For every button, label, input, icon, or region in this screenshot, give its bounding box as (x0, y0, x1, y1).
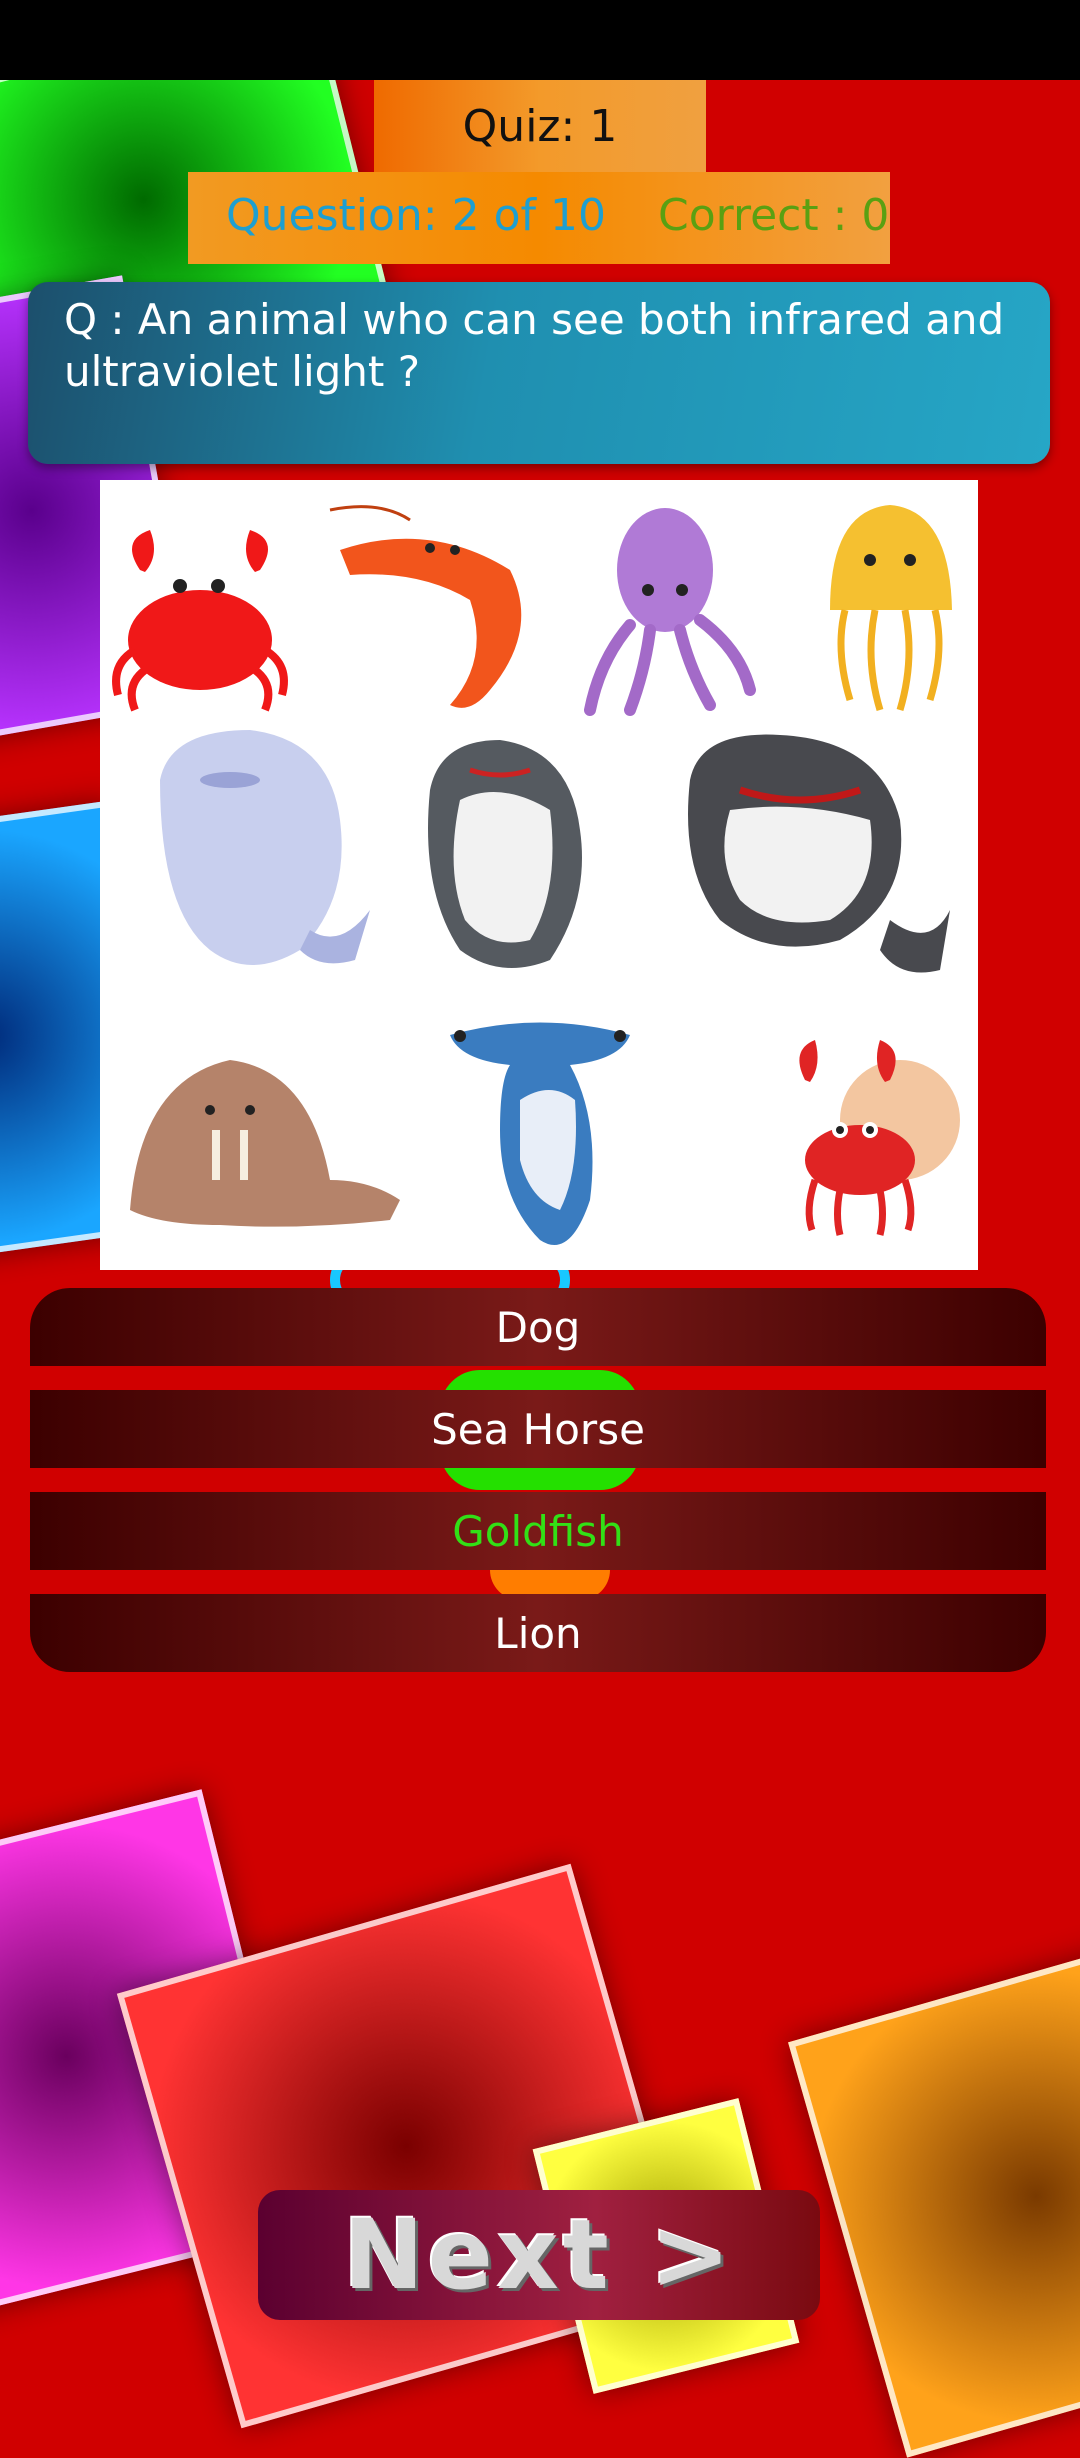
hermit-crab-icon (799, 1040, 960, 1236)
answer-option-goldfish[interactable]: Goldfish (30, 1492, 1046, 1570)
sea-animals-image (112, 505, 960, 1245)
beluga-icon (160, 730, 370, 965)
answer-option-dog[interactable]: Dog (30, 1288, 1046, 1366)
next-button[interactable]: Next > (258, 2190, 820, 2320)
octopus-icon (584, 508, 756, 716)
background-tile-orange (788, 1934, 1080, 2458)
shark-icon (428, 740, 582, 968)
jellyfish-icon (830, 505, 952, 712)
walrus-icon (130, 1060, 400, 1227)
shrimp-icon (329, 505, 522, 708)
answer-label: Goldfish (452, 1506, 624, 1556)
question-panel: Q : An animal who can see both infrared … (28, 282, 1050, 464)
hammerhead-shark-icon (450, 1022, 630, 1245)
next-button-label: Next > (343, 2199, 735, 2311)
answer-label: Dog (495, 1302, 581, 1352)
sea-animals-illustration (100, 480, 978, 1270)
answer-label: Lion (494, 1608, 582, 1658)
whale-icon (688, 734, 950, 973)
crab-icon (112, 530, 288, 712)
answer-label: Sea Horse (431, 1404, 645, 1454)
correct-count: Correct : 0 (658, 190, 890, 241)
status-bar (0, 0, 1080, 80)
answer-option-lion[interactable]: Lion (30, 1594, 1046, 1672)
quiz-number-banner: Quiz: 1 (374, 80, 706, 172)
answer-option-sea-horse[interactable]: Sea Horse (30, 1390, 1046, 1468)
quiz-label: Quiz: 1 (462, 100, 618, 152)
question-text: Q : An animal who can see both infrared … (64, 295, 1005, 396)
quiz-status-bar: Question: 2 of 10 Correct : 0 (188, 172, 890, 264)
question-progress: Question: 2 of 10 (226, 190, 606, 241)
